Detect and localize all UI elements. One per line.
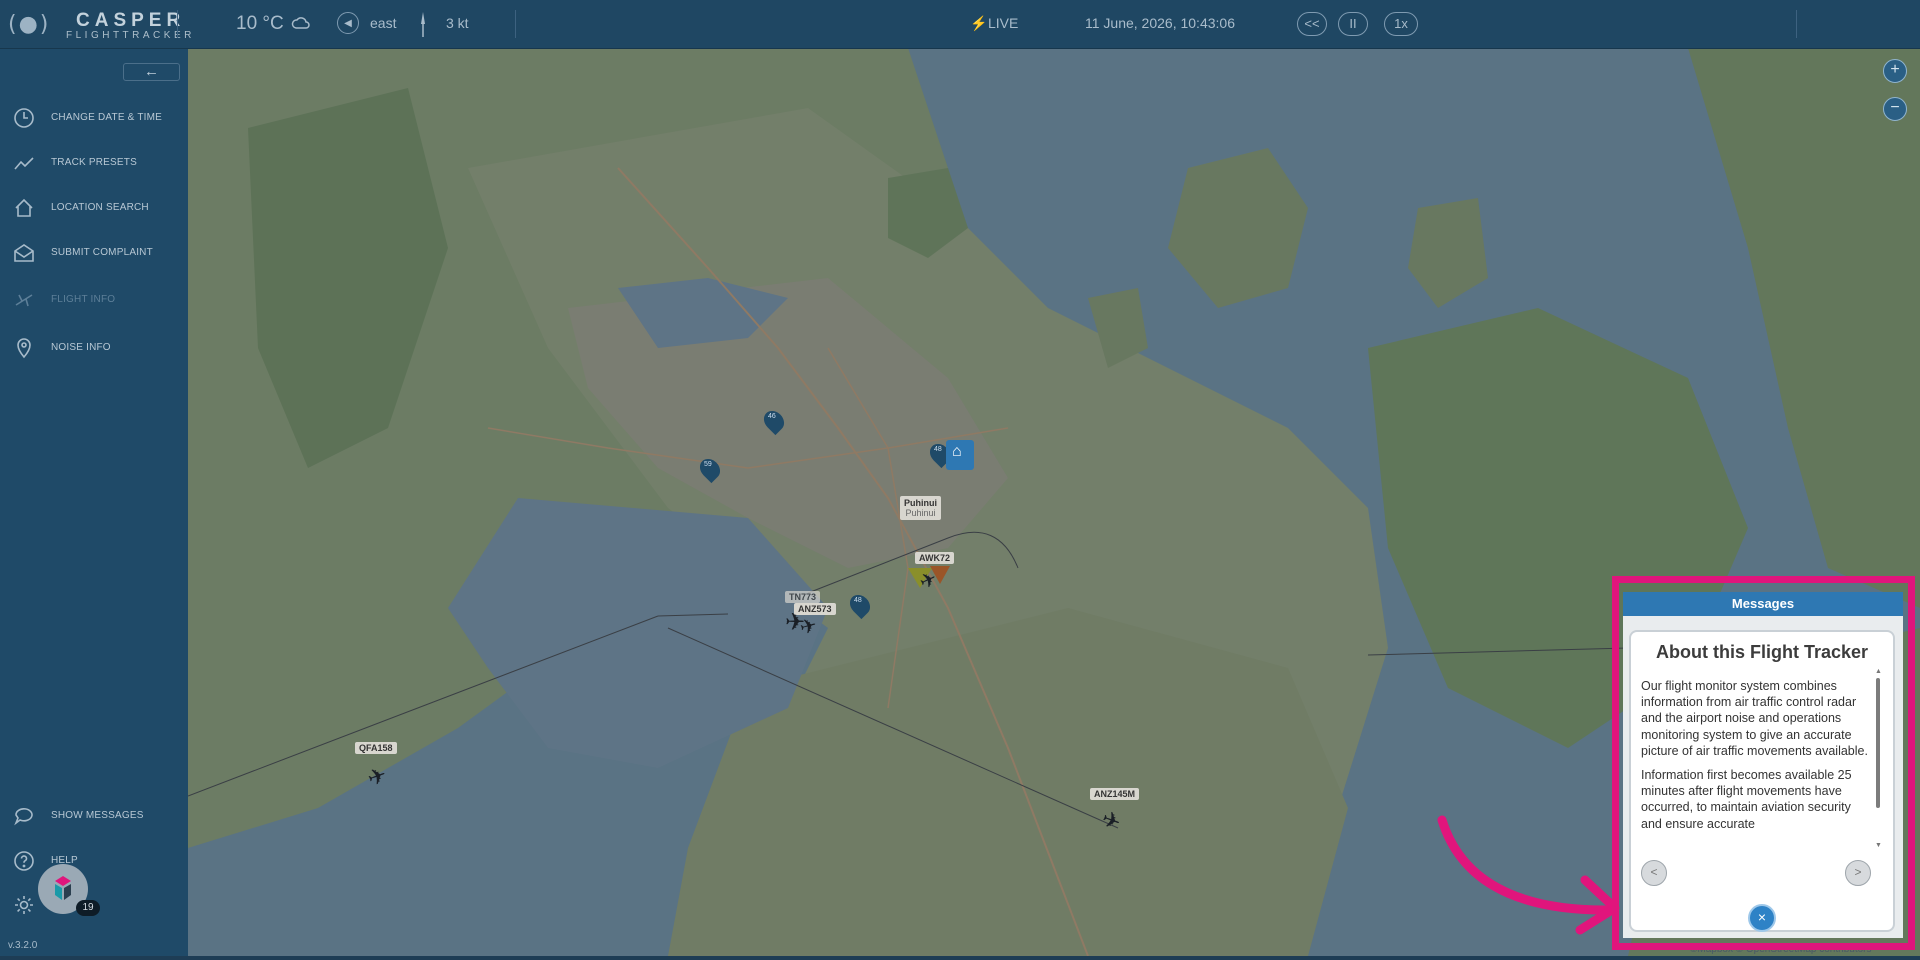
collapse-sidebar-button[interactable]: ← [123,63,180,81]
message-card: About this Flight Tracker Our flight mon… [1629,630,1895,932]
next-message-button[interactable]: > [1845,860,1871,886]
wind-direction-icon: ◀ [337,12,359,34]
home-location-marker[interactable]: ⌂ [946,440,974,470]
chevron-right-icon: > [1854,865,1862,879]
map-pin-icon [13,337,35,359]
sidebar-item-show-messages[interactable]: SHOW MESSAGES [0,801,188,831]
message-body[interactable]: Our flight monitor system combines infor… [1641,678,1871,856]
sidebar-item-label: FLIGHT INFO [51,294,116,305]
divider [515,10,516,38]
plane-icon [13,289,35,311]
current-datetime: 11 June, 2026, 10:43:06 [1085,15,1235,31]
sidebar-item-label: TRACK PRESETS [51,157,137,168]
sidebar-item-change-date-time[interactable]: CHANGE DATE & TIME [0,103,188,133]
envelope-icon [13,242,35,264]
flight-label[interactable]: QFA158 [355,742,397,754]
plus-icon: + [1890,61,1900,78]
wind-speed: 3 kt [446,15,469,31]
cloud-sun-icon [290,14,312,37]
noise-marker-value: 46 [768,413,776,420]
notification-badge: 19 [76,900,100,916]
zoom-out-button[interactable]: − [1883,97,1907,121]
sidebar-item-location-search[interactable]: LOCATION SEARCH [0,193,188,223]
clock-icon [13,107,35,129]
sidebar-item-label: CHANGE DATE & TIME [51,112,163,123]
logo-name: CASPER [76,10,186,31]
scroll-up-icon[interactable]: ▲ [1875,668,1882,675]
sidebar-item-noise-info[interactable]: NOISE INFO [0,333,188,363]
zoom-in-button[interactable]: + [1883,59,1907,83]
scrollbar-thumb[interactable] [1876,678,1880,808]
top-bar: (●) CASPER FLIGHTTRACKER 10 °C ◀ east 3 … [0,0,1920,49]
windsock-icon [417,10,429,43]
sidebar-item-label: SHOW MESSAGES [51,810,144,821]
playback-speed-button[interactable]: 1x [1384,12,1418,36]
logo-subtitle: FLIGHTTRACKER [66,30,195,41]
close-icon: × [1757,909,1767,925]
scroll-down-icon[interactable]: ▼ [1875,842,1882,849]
noise-marker-value: 48 [934,446,942,453]
gear-icon[interactable] [13,894,35,916]
live-indicator[interactable]: LIVE [988,15,1018,31]
messages-header: Messages [1623,592,1903,616]
location-label: Puhinui Puhinui [900,496,941,520]
sidebar: ← CHANGE DATE & TIME TRACK PRESETS LOCAT… [0,48,188,956]
messages-panel: Messages About this Flight Tracker Our f… [1623,592,1903,938]
divider [1796,10,1797,38]
sidebar-item-label: NOISE INFO [51,342,111,353]
flight-label[interactable]: TN773 [785,591,821,603]
message-scrollbar[interactable]: ▲ ▼ [1875,668,1882,850]
message-title: About this Flight Tracker [1655,642,1869,662]
sidebar-item-help[interactable]: HELP [0,846,188,876]
logo-mark: (●) [8,12,51,37]
location-label-secondary: Puhinui [905,508,936,518]
close-messages-button[interactable]: × [1748,904,1776,932]
lightning-icon: ⚡ [970,15,988,31]
wind-direction: east [370,15,397,31]
sidebar-item-track-presets[interactable]: TRACK PRESETS [0,148,188,178]
message-paragraph: Information first becomes available 25 m… [1641,768,1852,831]
sidebar-item-submit-complaint[interactable]: SUBMIT COMPLAINT [0,238,188,268]
noise-marker-value: 59 [704,461,712,468]
home-icon: ⌂ [952,443,962,460]
pause-button[interactable]: II [1338,12,1368,36]
trend-line-icon [13,152,35,174]
divider [177,10,178,38]
location-label-primary: Puhinui [904,498,937,508]
message-paragraph: Our flight monitor system combines infor… [1641,679,1868,758]
rewind-button[interactable]: << [1297,12,1327,36]
app-version: v.3.2.0 [8,940,38,951]
minus-icon: − [1890,99,1900,116]
flight-label[interactable]: AWK72 [915,552,955,564]
question-circle-icon [13,850,35,872]
chevron-left-icon: < [1650,865,1658,879]
sidebar-item-label: SUBMIT COMPLAINT [51,247,153,258]
noise-marker-value: 48 [854,597,862,604]
highlight-arrow [1437,815,1620,935]
temperature: 10 °C [236,13,284,34]
previous-message-button[interactable]: < [1641,860,1667,886]
sidebar-item-flight-info[interactable]: FLIGHT INFO [0,285,188,315]
arrow-left-icon: ← [144,63,159,80]
flight-label[interactable]: ANZ145M [1090,788,1140,800]
home-icon [13,197,35,219]
sidebar-item-label: LOCATION SEARCH [51,202,149,213]
speech-bubble-icon [13,805,35,827]
